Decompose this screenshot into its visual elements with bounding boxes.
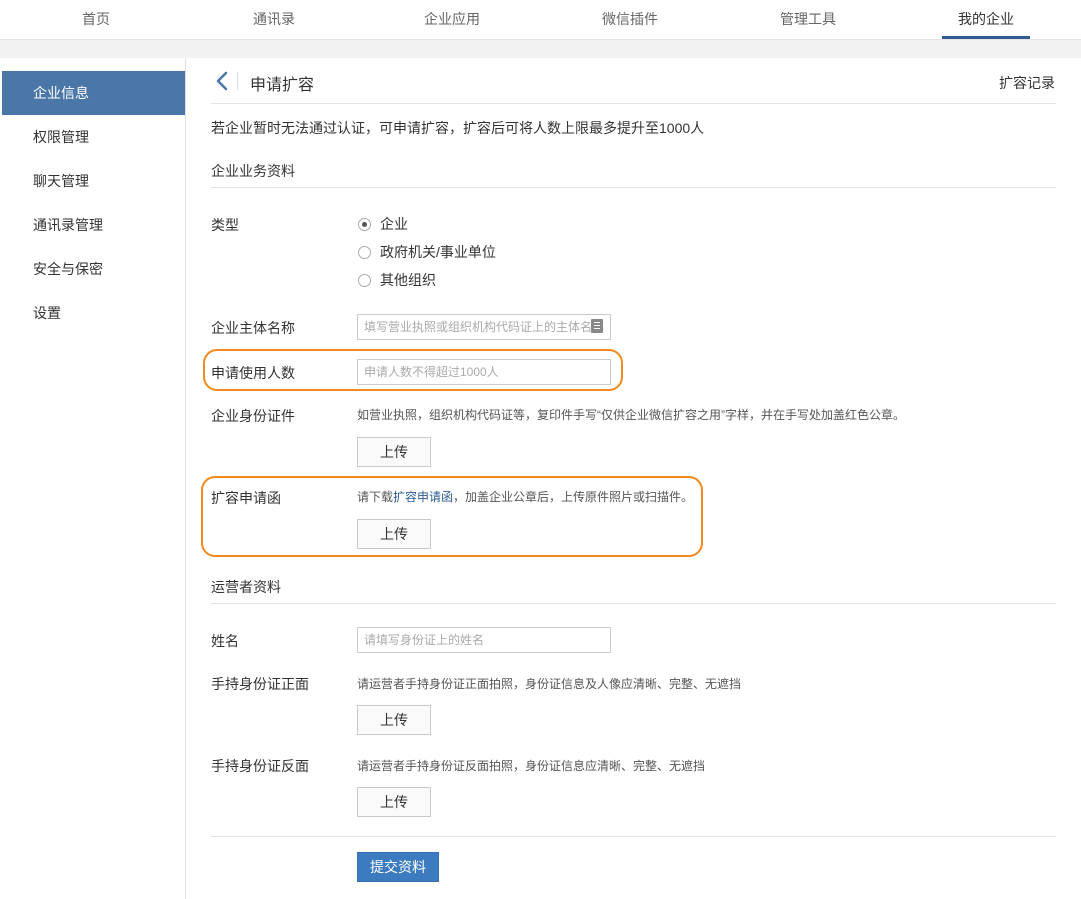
expansion-letter-label: 扩容申请函 (211, 490, 281, 506)
type-label: 类型 (211, 217, 239, 233)
tab-enterprise-apps[interactable]: 企业应用 (407, 0, 497, 40)
id-front-label: 手持身份证正面 (211, 676, 309, 692)
id-back-hint: 请运营者手持身份证反面拍照，身份证信息应清晰、完整、无遮挡 (357, 759, 706, 773)
radio-other-org[interactable]: 其他组织 (358, 270, 436, 290)
radio-dot[interactable] (358, 217, 371, 231)
tab-my-enterprise[interactable]: 我的企业 (941, 0, 1031, 40)
radio-dot[interactable] (358, 273, 371, 287)
tab-contacts[interactable]: 通讯录 (229, 0, 319, 40)
sidebar-item-settings[interactable]: 设置 (2, 291, 185, 335)
section-divider (211, 187, 1056, 188)
chevron-left-icon[interactable] (214, 70, 230, 92)
radio-label: 政府机关/事业单位 (380, 244, 496, 260)
sidebar: 企业信息 权限管理 聊天管理 通讯录管理 安全与保密 设置 (0, 58, 186, 899)
upload-id-back-button[interactable]: 上传 (357, 787, 431, 817)
id-front-hint: 请运营者手持身份证正面拍照，身份证信息及人像应清晰、完整、无遮挡 (357, 677, 742, 691)
header-divider (237, 72, 238, 90)
id-back-label: 手持身份证反面 (211, 758, 309, 774)
sidebar-item-chat-management[interactable]: 聊天管理 (2, 159, 185, 203)
entity-name-input[interactable] (357, 314, 611, 340)
hint-suffix: ，加盖企业公章后，上传原件照片或扫描件。 (453, 490, 694, 504)
radio-dot[interactable] (358, 245, 371, 259)
radio-enterprise[interactable]: 企业 (358, 214, 408, 234)
section-title-operator: 运营者资料 (211, 579, 281, 595)
footer-divider (211, 836, 1056, 837)
upload-id-front-button[interactable]: 上传 (357, 705, 431, 735)
hint-prefix: 请下载 (357, 490, 394, 504)
section-divider (211, 603, 1056, 604)
page-description: 若企业暂时无法通过认证，可申请扩容，扩容后可将人数上限最多提升至1000人 (211, 120, 705, 136)
sidebar-item-contacts-management[interactable]: 通讯录管理 (2, 203, 185, 247)
expansion-letter-hint: 请下载扩容申请函，加盖企业公章后，上传原件照片或扫描件。 (357, 488, 693, 505)
sidebar-item-security[interactable]: 安全与保密 (2, 247, 185, 291)
section-title-business: 企业业务资料 (211, 163, 295, 179)
entity-name-label: 企业主体名称 (211, 320, 295, 336)
tab-management-tools[interactable]: 管理工具 (763, 0, 853, 40)
top-nav: 首页 通讯录 企业应用 微信插件 管理工具 我的企业 (0, 0, 1081, 40)
header-divider-line (211, 103, 1056, 104)
id-document-hint: 如营业执照，组织机构代码证等，复印件手写“仅供企业微信扩容之用”字样，并在手写处… (357, 408, 905, 422)
expansion-record-link[interactable]: 扩容记录 (999, 73, 1055, 93)
upload-expansion-letter-button[interactable]: 上传 (357, 519, 431, 549)
operator-name-input[interactable] (357, 627, 611, 653)
page-title: 申请扩容 (250, 77, 315, 94)
headcount-label: 申请使用人数 (211, 365, 295, 381)
radio-label: 企业 (380, 216, 408, 232)
sidebar-item-permissions[interactable]: 权限管理 (2, 115, 185, 159)
tab-home[interactable]: 首页 (51, 0, 141, 40)
sidebar-item-enterprise-info[interactable]: 企业信息 (2, 71, 185, 115)
radio-government[interactable]: 政府机关/事业单位 (358, 242, 496, 262)
submit-button[interactable]: 提交资料 (357, 852, 439, 882)
radio-label: 其他组织 (380, 272, 436, 288)
operator-name-label: 姓名 (211, 633, 239, 649)
contact-card-icon[interactable] (591, 319, 603, 333)
download-letter-link[interactable]: 扩容申请函 (393, 490, 453, 504)
tab-wechat-plugin[interactable]: 微信插件 (585, 0, 675, 40)
upload-id-document-button[interactable]: 上传 (357, 437, 431, 467)
id-document-label: 企业身份证件 (211, 408, 295, 424)
headcount-input[interactable] (357, 359, 611, 385)
active-tab-underline (942, 36, 1030, 39)
